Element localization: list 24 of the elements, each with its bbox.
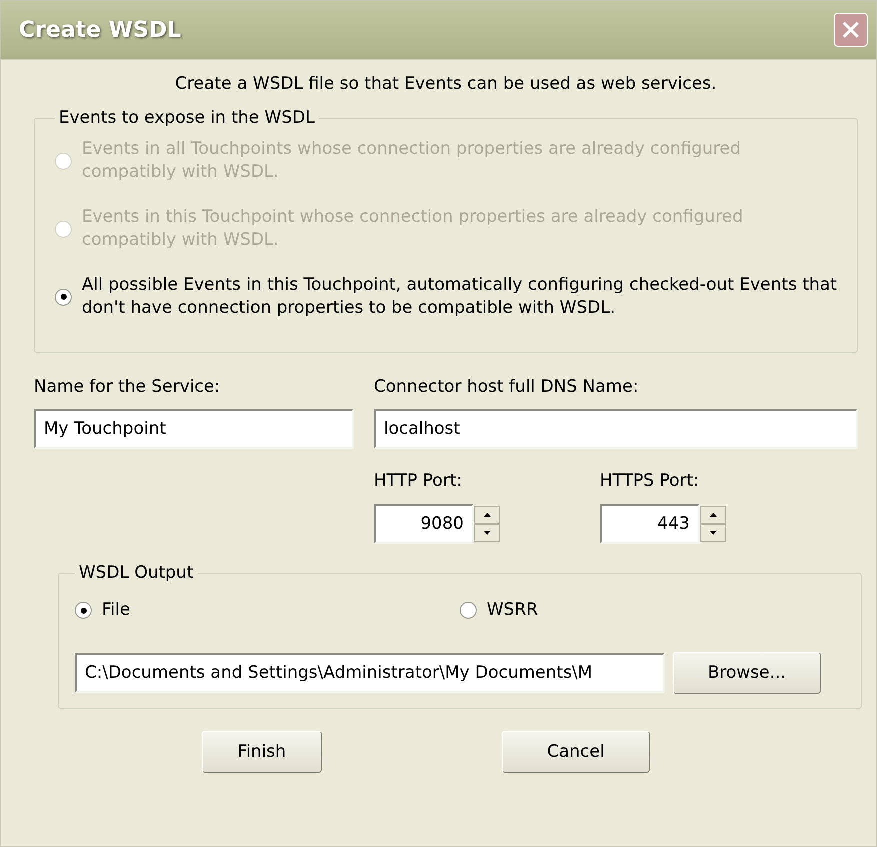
host-field[interactable]: localhost (374, 409, 858, 449)
radio-option[interactable]: File (75, 599, 460, 622)
intro-text: Create a WSDL file so that Events can be used as web services. (174, 74, 718, 94)
radio-option: Events in all Touchpoints whose connection properties are already configured compatibly with WSDL. (55, 138, 839, 184)
https-port-field[interactable]: 443 (600, 504, 700, 544)
port-label: HTTP Port: (374, 471, 464, 491)
path-field[interactable]: C:\Documents and Settings\Administrator\My Documents\M (75, 653, 665, 693)
radio-option[interactable]: All possible Events in this Touchpoint, automatically configuring checked-out Events that don't have connection properties to be compatible with WSDL. (55, 274, 839, 320)
field-label: Name for the Service: (34, 377, 222, 397)
close-icon (841, 20, 861, 40)
radio-option: Events in this Touchpoint whose connection properties are already configured compatibly with WSDL. (55, 206, 839, 252)
window-title: Create WSDL (19, 18, 182, 42)
field-label: Connector host full DNS Name: (374, 377, 640, 397)
http-port-field[interactable]: 9080 (374, 504, 474, 544)
radio-option[interactable]: WSRR (460, 599, 821, 622)
spinner-arrows[interactable] (700, 506, 726, 542)
dialog-button[interactable]: Finish (202, 731, 322, 773)
dialog-button[interactable]: Cancel (502, 731, 650, 773)
spinner-arrows[interactable] (474, 506, 500, 542)
port-label: HTTPS Port: (600, 471, 700, 491)
group-legend: WSDL Output (75, 563, 198, 583)
browse-button[interactable]: Browse... (673, 652, 821, 694)
group-legend: Events to expose in the WSDL (55, 108, 319, 128)
service-name-field[interactable]: My Touchpoint (34, 409, 354, 449)
